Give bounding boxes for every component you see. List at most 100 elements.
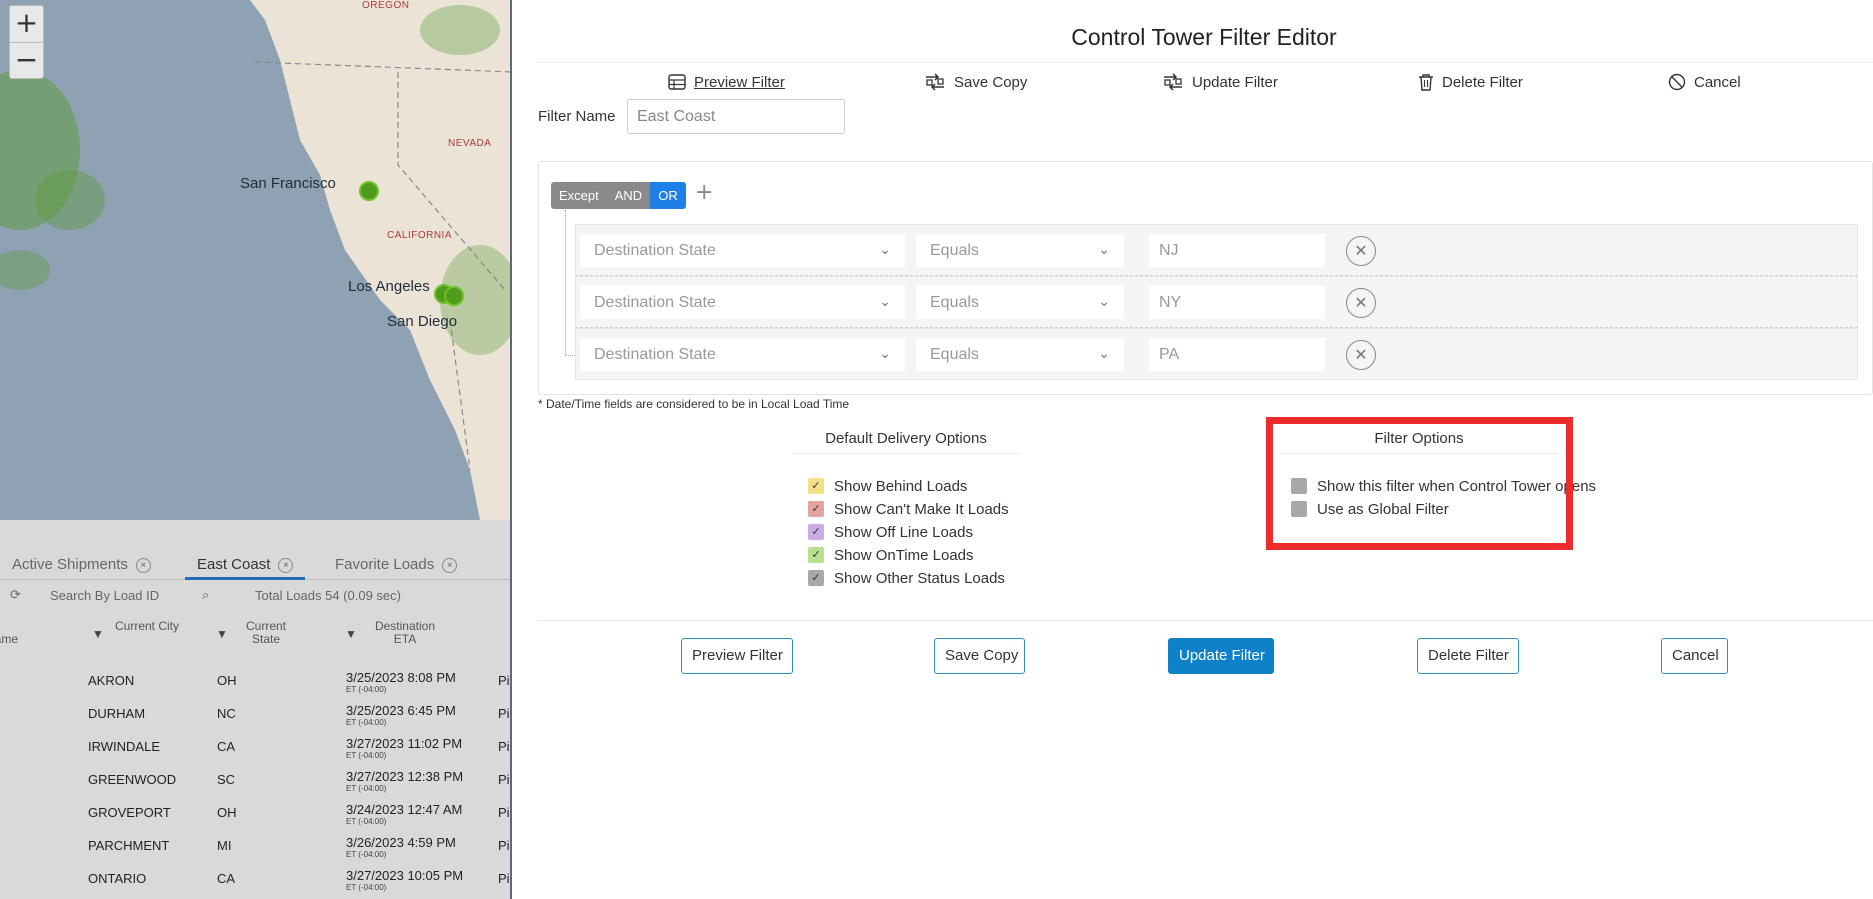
filter-icon[interactable]: ▼ bbox=[216, 628, 228, 641]
grid-search-row: ⟳ Search By Load ID ⌕ Total Loads 54 (0.… bbox=[0, 581, 510, 611]
tab-active-shipments[interactable]: Active Shipments × bbox=[12, 550, 151, 580]
option-show-other-status-loads[interactable]: ✓ Show Other Status Loads bbox=[808, 568, 1005, 588]
option-label: Show Other Status Loads bbox=[834, 569, 1005, 587]
filter-editor-modal: Control Tower Filter Editor Preview Filt… bbox=[514, 0, 1873, 899]
and-toggle[interactable]: AND bbox=[606, 182, 651, 209]
option-show-behind-loads[interactable]: ✓ Show Behind Loads bbox=[808, 476, 967, 496]
close-icon[interactable]: × bbox=[442, 557, 458, 573]
rule-field-select[interactable]: Destination State ⌄ bbox=[580, 234, 905, 267]
cancel-icon bbox=[1668, 73, 1686, 91]
add-rule-icon[interactable]: + bbox=[695, 180, 713, 205]
tab-east-coast[interactable]: East Coast × bbox=[185, 550, 306, 580]
cell-eta-tz: ET (-04:00) bbox=[346, 883, 387, 892]
cell-state: SC bbox=[217, 772, 236, 787]
checkbox-checked[interactable]: ✓ bbox=[808, 570, 824, 586]
column-header-destination-eta[interactable]: ▼ Destination ETA bbox=[345, 620, 485, 660]
cell-eta: 3/24/2023 12:47 AM bbox=[346, 802, 463, 817]
remove-rule-icon[interactable]: ✕ bbox=[1346, 236, 1376, 266]
cell-next: Pi bbox=[498, 772, 510, 787]
cancel-button[interactable]: Cancel bbox=[1661, 638, 1728, 674]
rule-field-select[interactable]: Destination State ⌄ bbox=[580, 286, 905, 319]
update-filter-button[interactable]: Update Filter bbox=[1168, 638, 1274, 674]
table-row[interactable]: AKRON OH 3/25/2023 8:08 PM ET (-04:00) P… bbox=[0, 664, 510, 697]
highlight-box bbox=[1266, 417, 1573, 550]
rule-value-input[interactable]: NJ bbox=[1149, 234, 1325, 267]
option-show-off-line-loads[interactable]: ✓ Show Off Line Loads bbox=[808, 522, 973, 542]
toolbar-preview-filter[interactable]: Preview Filter bbox=[668, 71, 785, 93]
checkbox-checked[interactable]: ✓ bbox=[808, 547, 824, 563]
or-toggle[interactable]: OR bbox=[650, 182, 686, 209]
table-row[interactable]: DURHAM NC 3/25/2023 6:45 PM ET (-04:00) … bbox=[0, 697, 510, 730]
toolbar-update-filter[interactable]: Update Filter bbox=[1162, 71, 1278, 93]
toolbar-label: Delete Filter bbox=[1442, 73, 1523, 91]
option-show-ontime-loads[interactable]: ✓ Show OnTime Loads bbox=[808, 545, 974, 565]
checkbox-checked[interactable]: ✓ bbox=[808, 524, 824, 540]
loads-grid-panel: Active Shipments × East Coast × Favorite L… bbox=[0, 520, 510, 899]
cell-state: NC bbox=[217, 706, 236, 721]
map-state-label: OREGON bbox=[362, 0, 410, 11]
search-icon[interactable]: ⌕ bbox=[202, 588, 209, 603]
toolbar-save-copy[interactable]: Save Copy bbox=[924, 71, 1027, 93]
option-show-cant-make-it-loads[interactable]: ✓ Show Can't Make It Loads bbox=[808, 499, 1009, 519]
column-header-current-state[interactable]: ▼ Current State bbox=[216, 620, 326, 660]
cell-eta-tz: ET (-04:00) bbox=[346, 751, 387, 760]
remove-rule-icon[interactable]: ✕ bbox=[1346, 288, 1376, 318]
table-row[interactable]: ONTARIO CA 3/27/2023 10:05 PM ET (-04:00… bbox=[0, 862, 510, 895]
cell-next: Pi bbox=[498, 871, 510, 886]
filter-name-input[interactable] bbox=[627, 99, 845, 134]
cell-eta-tz: ET (-04:00) bbox=[346, 784, 387, 793]
rule-value-input[interactable]: NY bbox=[1149, 286, 1325, 319]
rule-operator-select[interactable]: Equals ⌄ bbox=[916, 234, 1124, 267]
map-view[interactable]: + − OREGON NEVADA CALIFORNIA San Francis… bbox=[0, 0, 510, 520]
filter-icon[interactable]: ▼ bbox=[345, 628, 357, 641]
map-city-label: San Francisco bbox=[240, 175, 336, 192]
cell-city: ONTARIO bbox=[88, 871, 147, 886]
toolbar-cancel[interactable]: Cancel bbox=[1668, 71, 1741, 93]
column-header-current-city[interactable]: ▼ Current City bbox=[92, 620, 202, 660]
zoom-out-button[interactable]: − bbox=[10, 42, 43, 78]
tab-label: Favorite Loads bbox=[335, 556, 435, 573]
option-label: Show Off Line Loads bbox=[834, 523, 973, 541]
rule-operator-select[interactable]: Equals ⌄ bbox=[916, 338, 1124, 371]
filter-icon[interactable]: ▼ bbox=[92, 628, 104, 641]
table-row[interactable]: IRWINDALE CA 3/27/2023 11:02 PM ET (-04:… bbox=[0, 730, 510, 763]
column-label: Destination ETA bbox=[374, 619, 436, 646]
close-icon[interactable]: × bbox=[278, 557, 294, 573]
toolbar-delete-filter[interactable]: Delete Filter bbox=[1418, 71, 1523, 93]
chevron-down-icon: ⌄ bbox=[1098, 242, 1110, 258]
remove-rule-icon[interactable]: ✕ bbox=[1346, 340, 1376, 370]
refresh-icon[interactable]: ⟳ bbox=[10, 588, 21, 603]
delete-filter-button[interactable]: Delete Filter bbox=[1417, 638, 1519, 674]
tab-favorite-loads[interactable]: Favorite Loads × bbox=[335, 550, 458, 580]
map-pin[interactable] bbox=[444, 286, 464, 306]
cell-eta-tz: ET (-04:00) bbox=[346, 817, 387, 826]
cell-city: DURHAM bbox=[88, 706, 146, 721]
table-row[interactable]: PARCHMENT MI 3/26/2023 4:59 PM ET (-04:0… bbox=[0, 829, 510, 862]
save-copy-button[interactable]: Save Copy bbox=[934, 638, 1025, 674]
table-row[interactable]: GREENWOOD SC 3/27/2023 12:38 PM ET (-04:… bbox=[0, 763, 510, 796]
cell-state: MI bbox=[217, 838, 232, 853]
table-row[interactable]: GROVEPORT OH 3/24/2023 12:47 AM ET (-04:… bbox=[0, 796, 510, 829]
chevron-down-icon: ⌄ bbox=[1098, 346, 1110, 362]
rule-operator-select[interactable]: Equals ⌄ bbox=[916, 286, 1124, 319]
toolbar-label: Update Filter bbox=[1192, 73, 1278, 91]
cell-state: CA bbox=[217, 871, 236, 886]
total-loads-text: Total Loads 54 (0.09 sec) bbox=[255, 588, 401, 603]
checkbox-checked[interactable]: ✓ bbox=[808, 501, 824, 517]
except-toggle[interactable]: Except bbox=[551, 182, 607, 209]
option-label: Show Behind Loads bbox=[834, 477, 968, 495]
zoom-in-button[interactable]: + bbox=[10, 6, 43, 42]
search-input[interactable]: Search By Load ID bbox=[50, 588, 159, 603]
rule-field-select[interactable]: Destination State ⌄ bbox=[580, 338, 905, 371]
option-label: Show OnTime Loads bbox=[834, 546, 974, 564]
close-icon[interactable]: × bbox=[135, 557, 151, 573]
map-state-label: NEVADA bbox=[448, 138, 492, 149]
cell-next: Pi bbox=[498, 838, 510, 853]
preview-filter-button[interactable]: Preview Filter bbox=[681, 638, 793, 674]
cell-state: OH bbox=[217, 673, 237, 688]
checkbox-checked[interactable]: ✓ bbox=[808, 478, 824, 494]
rule-row: Destination State ⌄ Equals ⌄ PA ✕ bbox=[575, 328, 1858, 380]
filter-name-label: Filter Name bbox=[538, 108, 616, 125]
rule-value-input[interactable]: PA bbox=[1149, 338, 1325, 371]
map-pin[interactable] bbox=[359, 181, 379, 201]
